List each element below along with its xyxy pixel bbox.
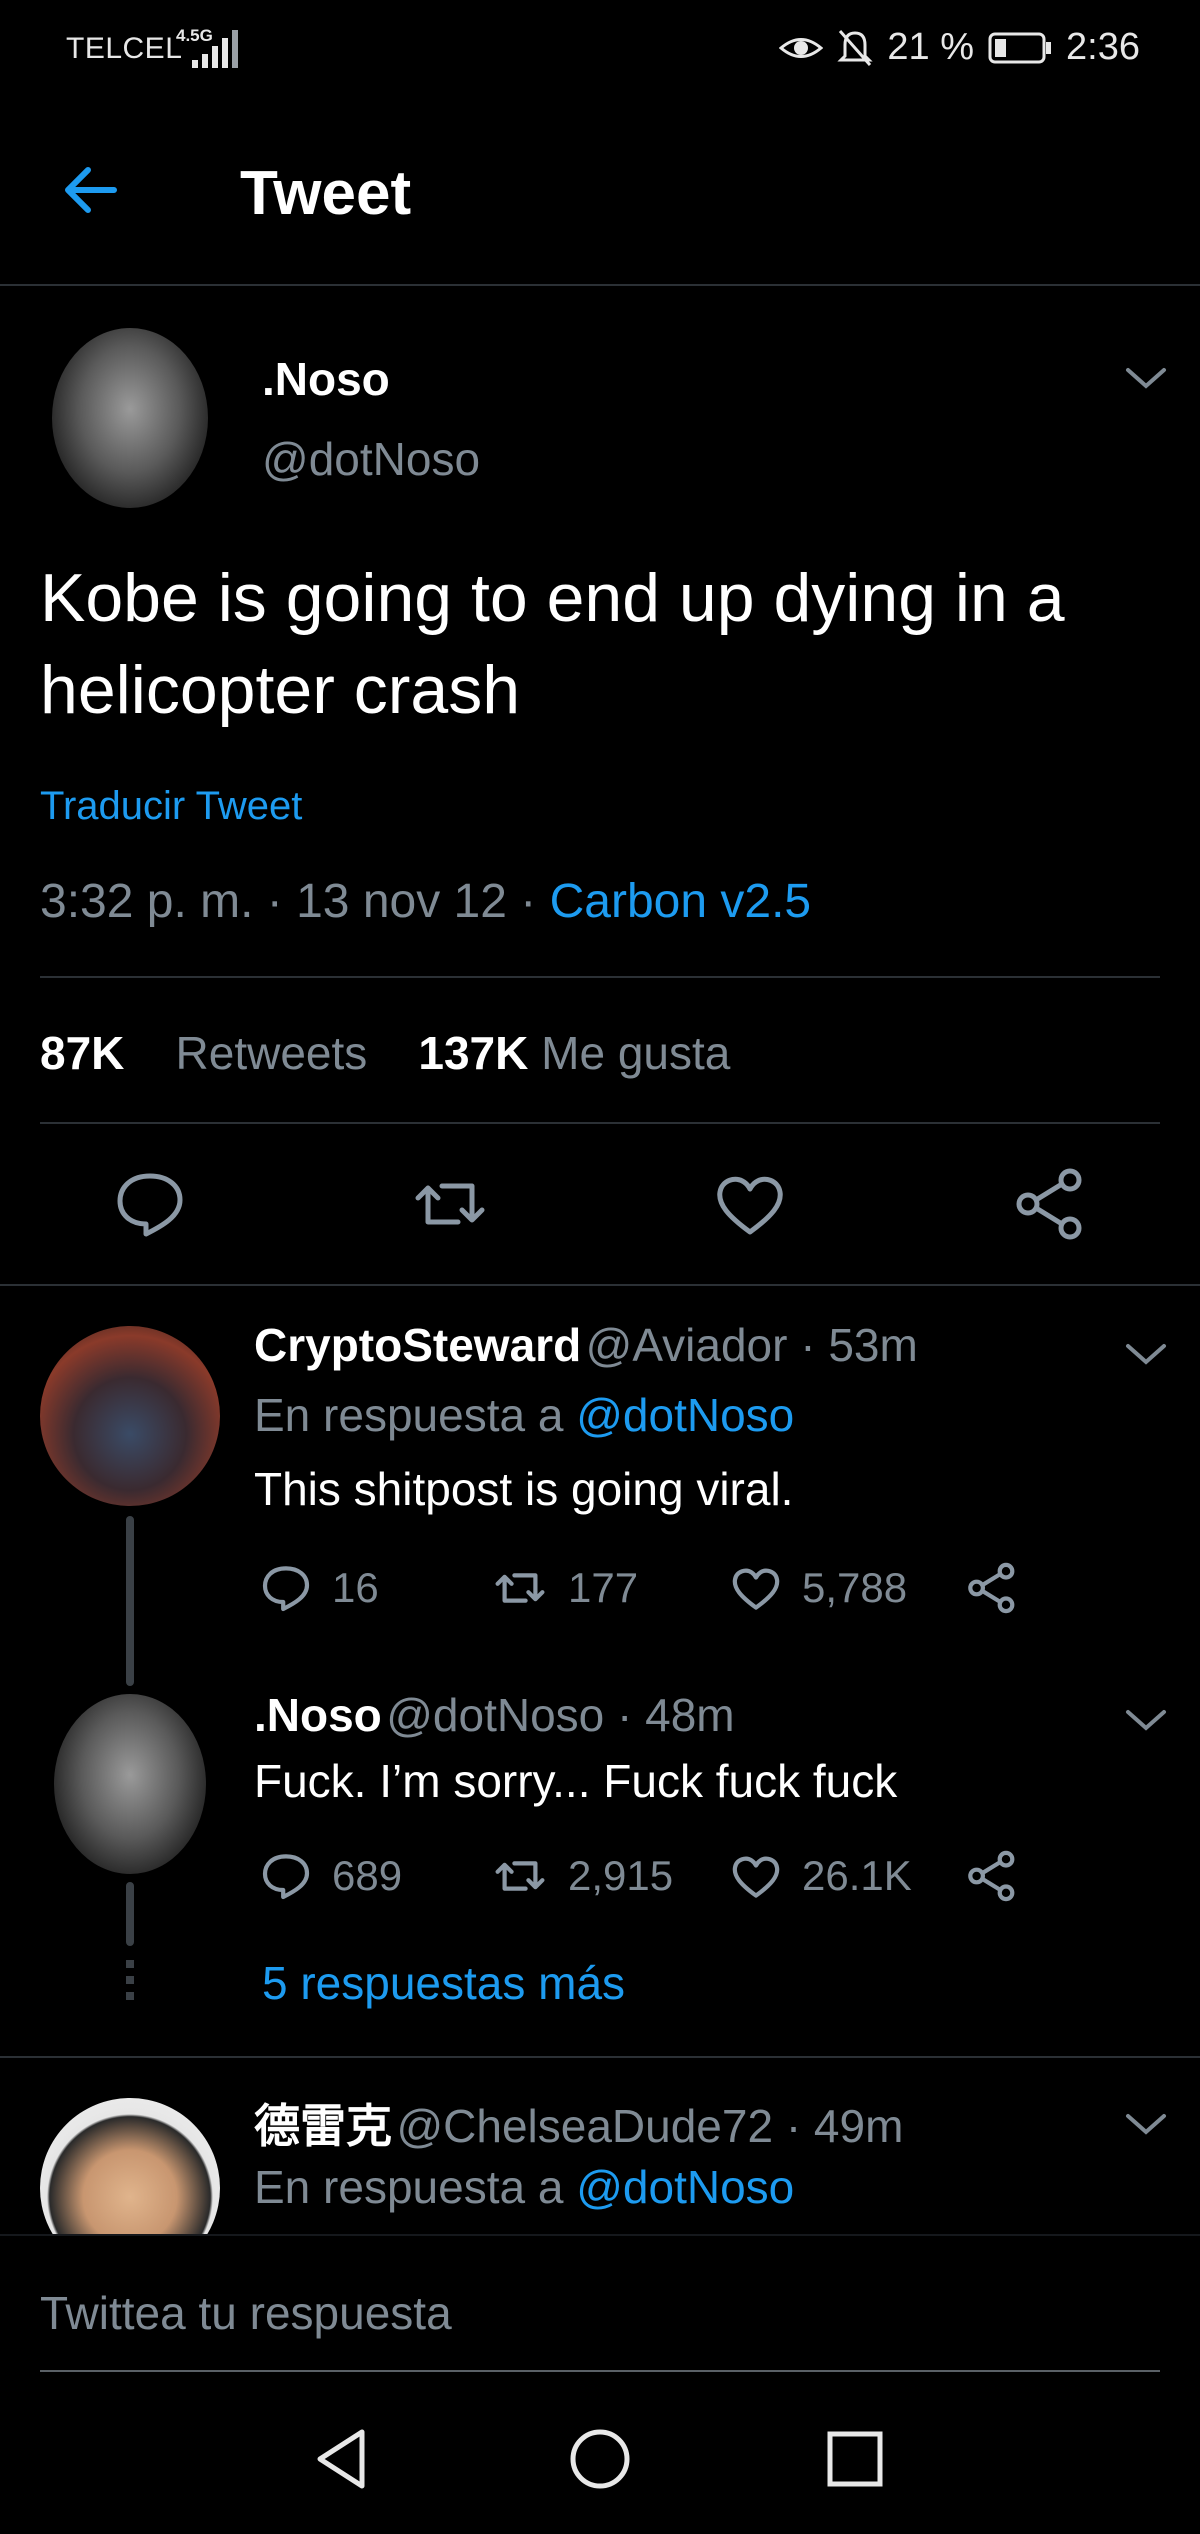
engagement-counts: 87K Retweets 137K Me gusta	[40, 1026, 730, 1080]
reply-to-link[interactable]: @dotNoso	[576, 2161, 794, 2213]
chevron-down-icon[interactable]	[1124, 364, 1168, 392]
share-icon[interactable]	[1010, 1164, 1090, 1244]
reply-avatar[interactable]	[54, 1694, 206, 1874]
reply-author-name[interactable]: CryptoSteward	[254, 1319, 581, 1371]
retweets-count: 87K	[40, 1027, 125, 1079]
tweet-timestamp: 3:32 p. m. · 13 nov 12 ·	[40, 875, 550, 928]
reply-avatar[interactable]	[40, 2098, 220, 2234]
retweet-icon	[495, 1573, 545, 1603]
retweet-count: 2,915	[568, 1852, 674, 1899]
reply-count: 689	[332, 1852, 403, 1899]
like-action[interactable]: 5,788	[728, 1560, 907, 1616]
retweet-icon[interactable]	[410, 1164, 490, 1244]
reply-text: Fuck. I’m sorry... Fuck fuck fuck	[254, 1755, 898, 1807]
reply-context: En respuesta a @dotNoso	[254, 1388, 794, 1442]
reply-icon	[262, 1854, 310, 1900]
more-replies-link[interactable]: 5 respuestas más	[262, 1956, 625, 2010]
retweets-stat[interactable]: 87K Retweets	[40, 1027, 367, 1079]
author-name[interactable]: .Noso	[262, 352, 390, 406]
reply-header: 德雷克 @ChelseaDude72 · 49m	[254, 2090, 903, 2156]
thread-line	[126, 1882, 134, 1946]
signal-icon	[192, 30, 238, 68]
nav-recents-icon[interactable]	[820, 2424, 890, 2494]
divider	[40, 976, 1160, 978]
heart-icon	[732, 1568, 780, 1610]
tweet-meta: 3:32 p. m. · 13 nov 12 · Carbon v2.5	[40, 874, 811, 929]
status-right: 21 % 2:36	[779, 26, 1140, 69]
retweet-icon	[495, 1861, 545, 1891]
status-bar: TELCEL 4.5G 21 % 2:36	[0, 0, 1200, 100]
like-count: 26.1K	[802, 1852, 912, 1899]
reply-header: .Noso @dotNoso · 48m	[254, 1688, 735, 1742]
battery-label: 21 %	[887, 26, 975, 68]
likes-stat[interactable]: 137K Me gusta	[418, 1027, 730, 1079]
clock: 2:36	[1066, 26, 1140, 68]
heart-icon	[732, 1856, 780, 1898]
nav-home-icon[interactable]	[565, 2424, 635, 2494]
reply-context-prefix: En respuesta a	[254, 2161, 577, 2213]
retweet-action[interactable]: 177	[490, 1560, 638, 1616]
divider	[0, 2056, 1200, 2058]
reply-author-name[interactable]: .Noso	[254, 1689, 382, 1741]
translate-link[interactable]: Traducir Tweet	[40, 784, 302, 829]
header-divider	[0, 284, 1200, 286]
chevron-down-icon[interactable]	[1124, 2110, 1168, 2138]
reply-author-handle[interactable]: @Aviador · 53m	[586, 1319, 918, 1371]
eye-icon	[779, 37, 824, 58]
author-avatar[interactable]	[52, 328, 208, 508]
reply-to-link[interactable]: @dotNoso	[576, 1389, 794, 1441]
reply-avatar[interactable]	[40, 1326, 220, 1506]
reply-author-handle[interactable]: @ChelseaDude72 · 49m	[396, 2100, 903, 2152]
reply-icon[interactable]	[110, 1164, 190, 1244]
page-title: Tweet	[240, 159, 412, 228]
reply-compose-input[interactable]: Twittea tu respuesta	[40, 2286, 452, 2340]
thread-dots	[126, 1960, 134, 2000]
reply-3-clip: 德雷克 @ChelseaDude72 · 49m En respuesta a …	[0, 2060, 1200, 2234]
heart-icon[interactable]	[710, 1164, 790, 1244]
reply-action[interactable]: 16	[258, 1560, 379, 1616]
reply-count: 16	[332, 1564, 379, 1611]
tweet-source-link[interactable]: Carbon v2.5	[550, 875, 812, 928]
bell-off-icon	[837, 29, 874, 66]
retweet-action[interactable]: 2,915	[490, 1848, 673, 1904]
battery-icon	[988, 32, 1052, 63]
retweets-label: Retweets	[175, 1027, 368, 1079]
share-icon[interactable]	[964, 1848, 1020, 1904]
retweet-count: 177	[568, 1564, 639, 1611]
reply-context: En respuesta a @dotNoso	[254, 2160, 794, 2214]
reply-text: This shitpost is going viral.	[254, 1463, 794, 1515]
reply-context-prefix: En respuesta a	[254, 1389, 577, 1441]
tweet-text: Kobe is going to end up dying in a helic…	[40, 560, 1065, 728]
like-action[interactable]: 26.1K	[728, 1848, 912, 1904]
reply-action[interactable]: 689	[258, 1848, 402, 1904]
likes-label: Me gusta	[541, 1027, 731, 1079]
author-handle[interactable]: @dotNoso	[262, 432, 480, 486]
chevron-down-icon[interactable]	[1124, 1706, 1168, 1734]
divider	[40, 1122, 1160, 1124]
reply-author-handle[interactable]: @dotNoso · 48m	[386, 1689, 734, 1741]
reply-author-name[interactable]: 德雷克	[254, 2099, 392, 2153]
nav-back-icon[interactable]	[310, 2424, 380, 2494]
arrow-left-icon[interactable]	[60, 160, 120, 220]
like-count: 5,788	[802, 1564, 908, 1611]
compose-underline	[40, 2370, 1160, 2372]
divider	[0, 2234, 1200, 2236]
chevron-down-icon[interactable]	[1124, 1340, 1168, 1368]
reply-icon	[262, 1566, 310, 1612]
thread-line	[126, 1516, 134, 1686]
carrier-label: TELCEL	[66, 32, 183, 65]
likes-count: 137K	[418, 1027, 529, 1079]
divider	[0, 1284, 1200, 1286]
share-icon[interactable]	[964, 1560, 1020, 1616]
reply-header: CryptoSteward @Aviador · 53m	[254, 1318, 918, 1372]
